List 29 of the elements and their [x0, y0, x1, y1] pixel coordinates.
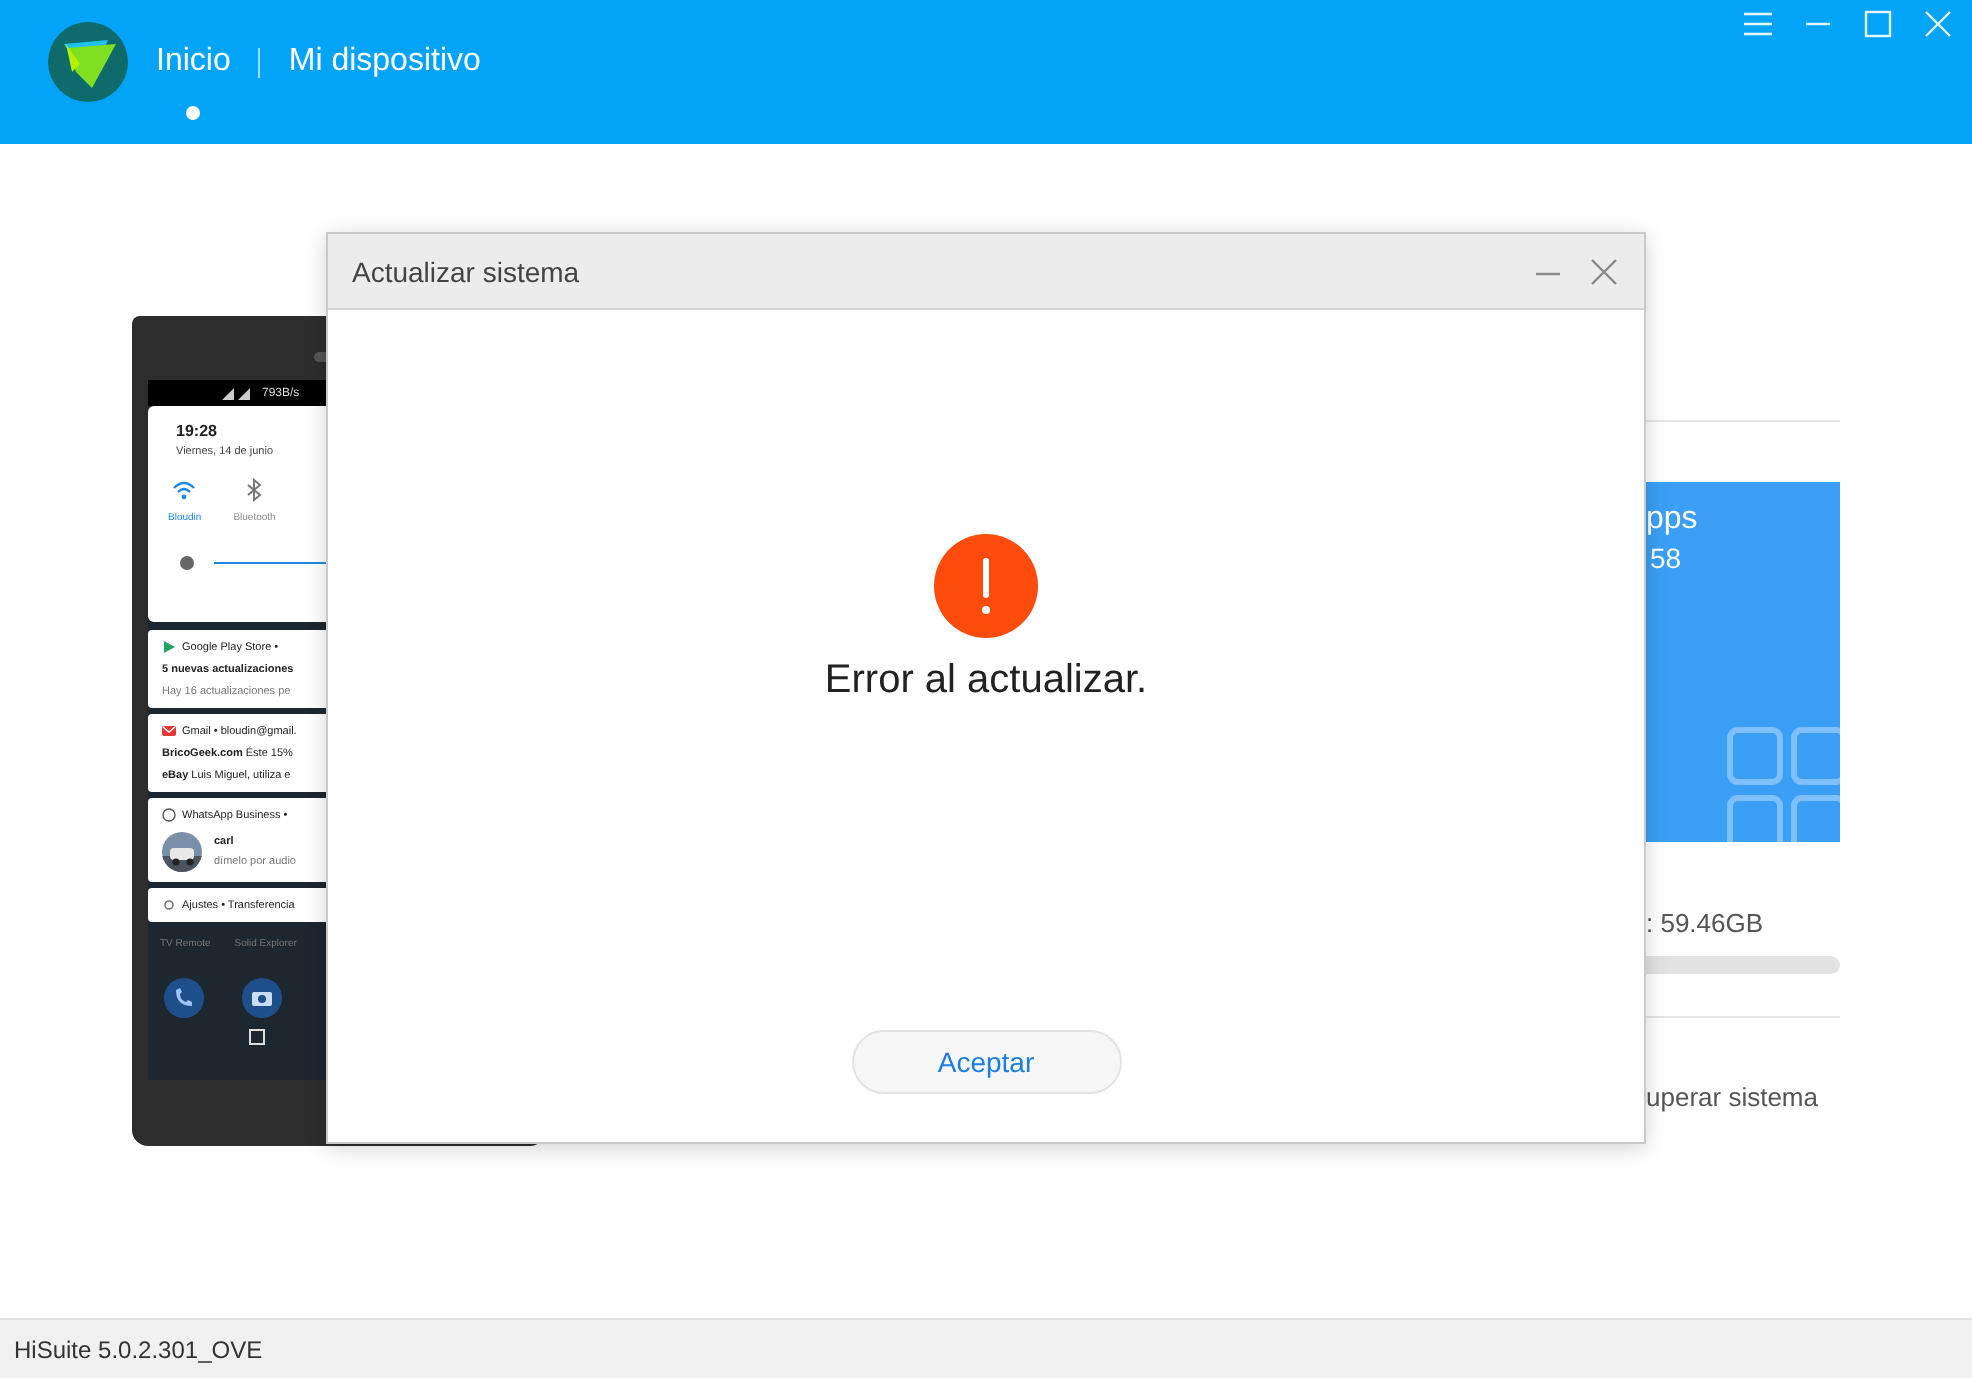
play-icon — [162, 640, 176, 654]
bluetooth-icon — [242, 478, 267, 502]
phone-icon — [164, 978, 204, 1018]
nav-tab[interactable]: Mi dispositivo — [288, 44, 481, 120]
mail-icon — [162, 724, 176, 738]
apps-count: 58 — [1650, 542, 1684, 574]
accept-button[interactable]: Aceptar — [851, 1030, 1121, 1094]
maximize-icon[interactable] — [1860, 8, 1896, 40]
camera-icon — [242, 978, 282, 1018]
nav-tab[interactable]: Inicio — [156, 44, 231, 120]
brightness-icon — [176, 552, 198, 574]
close-icon[interactable] — [1588, 255, 1620, 287]
version-text: HiSuite 5.0.2.301_OVE — [14, 1335, 263, 1363]
logo-icon — [48, 20, 128, 104]
error-icon — [934, 534, 1038, 638]
recover-link[interactable]: uperar sistema — [1646, 1082, 1840, 1112]
dialog-title: Actualizar sistema — [352, 255, 580, 287]
grid-icon — [1726, 726, 1840, 842]
menu-icon[interactable] — [1740, 8, 1776, 40]
apps-card[interactable]: pps 58 — [1646, 482, 1840, 842]
error-message: Error al actualizar. — [824, 658, 1148, 704]
wifi-icon — [172, 478, 197, 502]
gear-icon — [162, 898, 176, 912]
clock-time: 19:28 — [176, 422, 219, 440]
apps-title: pps — [1646, 502, 1700, 538]
home-square-icon[interactable] — [248, 1028, 266, 1046]
close-icon[interactable] — [1920, 8, 1956, 40]
chat-icon — [162, 808, 176, 822]
storage-text: : 59.46GB — [1646, 908, 1766, 938]
